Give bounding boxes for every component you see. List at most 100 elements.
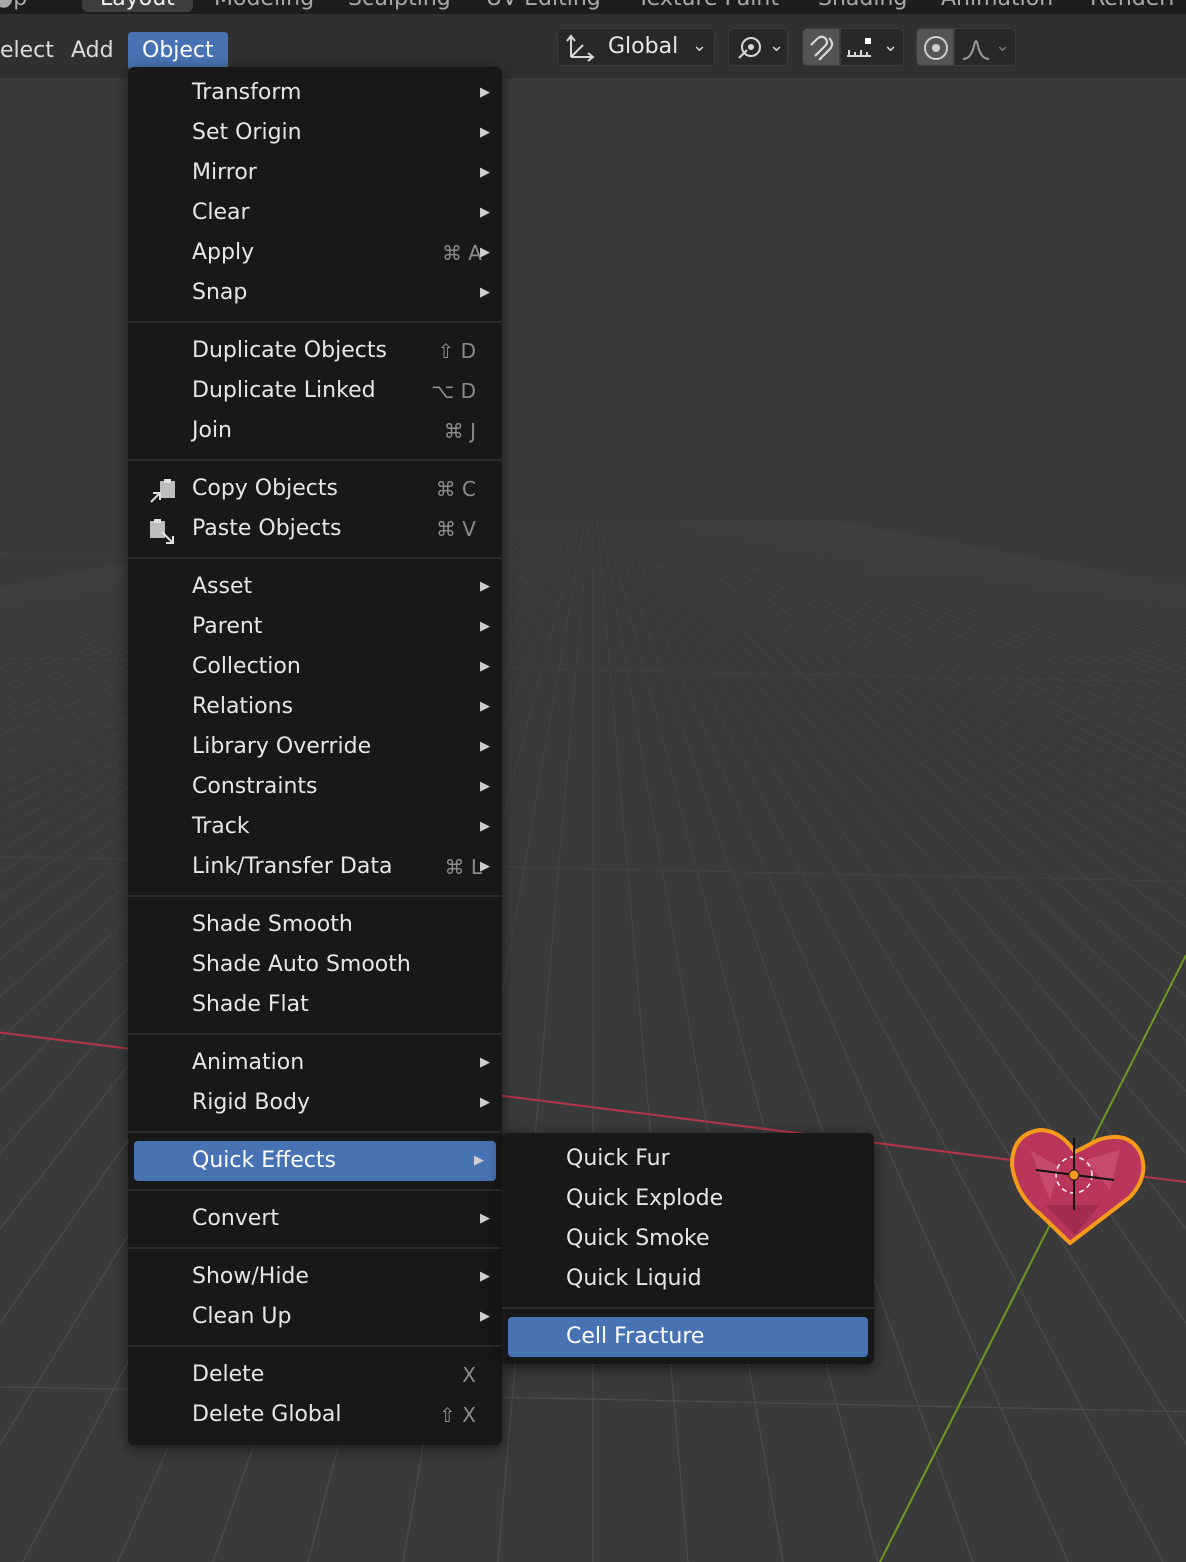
menu-item-delete[interactable]: Delete X xyxy=(128,1355,502,1395)
menu-item-copy-objects[interactable]: Copy Objects ⌘ C xyxy=(128,469,502,509)
menu-item-parent[interactable]: Parent ▶ xyxy=(128,607,502,647)
menu-item-apply[interactable]: Apply ⌘ A ▶ xyxy=(128,233,502,273)
menu-item-cell-fracture[interactable]: Cell Fracture xyxy=(508,1317,868,1357)
workspace-tab-partial[interactable]: ●p xyxy=(0,0,27,12)
quick-effects-submenu: Quick Fur Quick Explode Quick Smoke Quick L… xyxy=(502,1133,874,1364)
menu-item-paste-objects[interactable]: Paste Objects ⌘ V xyxy=(128,509,502,549)
menu-item-quick-smoke[interactable]: Quick Smoke xyxy=(502,1219,874,1259)
menu-item-label: Set Origin xyxy=(192,120,302,145)
submenu-arrow-icon: ▶ xyxy=(480,579,490,594)
add-menu[interactable]: Add xyxy=(57,32,128,70)
chevron-down-icon: ⌄ xyxy=(995,35,1011,56)
menu-item-quick-liquid[interactable]: Quick Liquid xyxy=(502,1259,874,1299)
snap-toggle[interactable] xyxy=(802,28,840,66)
tab-layout[interactable]: Layout xyxy=(82,0,193,12)
menu-item-label: Asset xyxy=(192,574,253,599)
menu-item-delete-global[interactable]: Delete Global ⇧ X xyxy=(128,1395,502,1435)
tab-sculpting[interactable]: Sculpting xyxy=(348,0,451,12)
menu-item-library-override[interactable]: Library Override ▶ xyxy=(128,727,502,767)
menu-item-label: Quick Explode xyxy=(566,1186,724,1211)
proportional-editing-toggle[interactable] xyxy=(916,28,954,66)
submenu-arrow-icon: ▶ xyxy=(480,699,490,714)
shortcut-label: ⇧ D xyxy=(437,339,476,363)
menu-item-convert[interactable]: Convert ▶ xyxy=(128,1199,502,1239)
shortcut-label: X xyxy=(462,1363,476,1387)
tab-rendering[interactable]: Renderi xyxy=(1090,0,1174,12)
copy-icon xyxy=(148,478,178,504)
menu-item-label: Constraints xyxy=(192,774,318,799)
submenu-arrow-icon: ▶ xyxy=(480,779,490,794)
proportional-falloff-dropdown[interactable]: ⌄ xyxy=(954,28,1016,66)
object-menu[interactable]: Object xyxy=(128,32,228,70)
menu-item-join[interactable]: Join ⌘ J xyxy=(128,411,502,451)
menu-separator xyxy=(128,1033,502,1035)
menu-item-asset[interactable]: Asset ▶ xyxy=(128,567,502,607)
menu-item-animation[interactable]: Animation ▶ xyxy=(128,1043,502,1083)
snap-target-dropdown[interactable]: ⌄ xyxy=(840,28,904,66)
menu-item-label: Track xyxy=(192,814,250,839)
proportional-editing-icon xyxy=(924,36,948,60)
menu-item-label: Quick Effects xyxy=(192,1148,336,1173)
menu-separator xyxy=(128,321,502,323)
menu-item-duplicate-objects[interactable]: Duplicate Objects ⇧ D xyxy=(128,331,502,371)
submenu-arrow-icon: ▶ xyxy=(480,1309,490,1324)
magnet-icon xyxy=(810,35,834,61)
pivot-point-dropdown[interactable]: ⌄ xyxy=(728,28,788,66)
menu-item-label: Clean Up xyxy=(192,1304,292,1329)
menu-item-label: Cell Fracture xyxy=(566,1324,705,1349)
shortcut-label: ⌘ L xyxy=(444,855,483,879)
menu-item-label: Rigid Body xyxy=(192,1090,310,1115)
menu-item-snap[interactable]: Snap ▶ xyxy=(128,273,502,313)
menu-item-label: Collection xyxy=(192,654,301,679)
menu-item-duplicate-linked[interactable]: Duplicate Linked ⌥ D xyxy=(128,371,502,411)
shortcut-label: ⌘ C xyxy=(435,477,476,501)
menu-item-track[interactable]: Track ▶ xyxy=(128,807,502,847)
transform-orientation-dropdown[interactable]: Global ⌄ xyxy=(557,28,715,66)
chevron-down-icon: ⌄ xyxy=(769,35,785,56)
menu-item-clear[interactable]: Clear ▶ xyxy=(128,193,502,233)
menu-item-link-transfer-data[interactable]: Link/Transfer Data ⌘ L ▶ xyxy=(128,847,502,887)
menu-item-label: Duplicate Linked xyxy=(192,378,376,403)
menu-item-label: Transform xyxy=(192,80,302,105)
menu-item-shade-auto-smooth[interactable]: Shade Auto Smooth xyxy=(128,945,502,985)
tab-shading[interactable]: Shading xyxy=(818,0,907,12)
tab-modeling[interactable]: Modeling xyxy=(214,0,314,12)
menu-item-label: Delete Global xyxy=(192,1402,342,1427)
menu-item-set-origin[interactable]: Set Origin ▶ xyxy=(128,113,502,153)
menu-item-label: Quick Fur xyxy=(566,1146,670,1171)
orientation-axes-icon xyxy=(566,34,595,62)
menu-item-quick-explode[interactable]: Quick Explode xyxy=(502,1179,874,1219)
menu-item-collection[interactable]: Collection ▶ xyxy=(128,647,502,687)
menu-separator xyxy=(128,1189,502,1191)
menu-item-label: Link/Transfer Data xyxy=(192,854,393,879)
tab-uv-editing[interactable]: UV Editing xyxy=(486,0,601,12)
menu-item-label: Copy Objects xyxy=(192,476,338,501)
menu-item-label: Quick Smoke xyxy=(566,1226,710,1251)
menu-item-label: Library Override xyxy=(192,734,372,759)
object-dropdown-menu: Transform ▶ Set Origin ▶ Mirror ▶ Clear ▶ Apply ⌘… xyxy=(128,67,502,1445)
submenu-arrow-icon: ▶ xyxy=(480,819,490,834)
submenu-arrow-icon: ▶ xyxy=(480,1211,490,1226)
snap-increment-icon xyxy=(847,38,871,57)
menu-item-shade-flat[interactable]: Shade Flat xyxy=(128,985,502,1025)
menu-item-show-hide[interactable]: Show/Hide ▶ xyxy=(128,1257,502,1297)
chevron-down-icon: ⌄ xyxy=(883,35,899,56)
menu-item-transform[interactable]: Transform ▶ xyxy=(128,73,502,113)
falloff-curve-icon xyxy=(962,40,990,60)
menu-separator xyxy=(128,1131,502,1133)
menu-item-clean-up[interactable]: Clean Up ▶ xyxy=(128,1297,502,1337)
submenu-arrow-icon: ▶ xyxy=(480,619,490,634)
menu-item-constraints[interactable]: Constraints ▶ xyxy=(128,767,502,807)
menu-item-label: Mirror xyxy=(192,160,257,185)
menu-item-relations[interactable]: Relations ▶ xyxy=(128,687,502,727)
tab-animation[interactable]: Animation xyxy=(941,0,1053,12)
menu-separator xyxy=(128,895,502,897)
menu-item-shade-smooth[interactable]: Shade Smooth xyxy=(128,905,502,945)
menu-item-mirror[interactable]: Mirror ▶ xyxy=(128,153,502,193)
tab-texture-paint[interactable]: Texture Paint xyxy=(637,0,779,12)
menu-item-quick-fur[interactable]: Quick Fur xyxy=(502,1139,874,1179)
menu-separator xyxy=(128,1247,502,1249)
menu-item-rigid-body[interactable]: Rigid Body ▶ xyxy=(128,1083,502,1123)
menu-item-label: Join xyxy=(192,418,233,443)
menu-item-quick-effects[interactable]: Quick Effects ▶ xyxy=(134,1141,496,1181)
